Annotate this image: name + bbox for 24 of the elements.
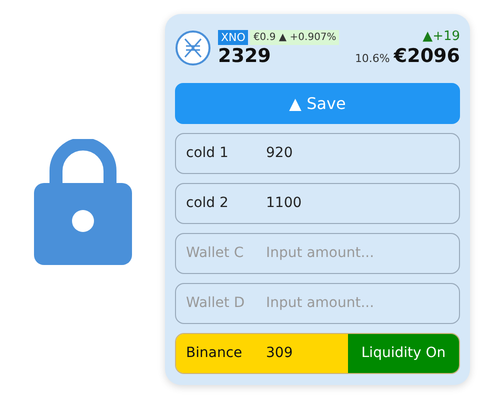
ticker-badge: XNO xyxy=(218,30,248,44)
wallet-amount: 1100 xyxy=(266,194,302,213)
wallet-label: Wallet D xyxy=(186,294,246,313)
price-change-badge: €0.9 ▲ +0.907% xyxy=(250,30,340,44)
wallet-label: Wallet C xyxy=(186,244,245,263)
fiat-value: €2096 xyxy=(394,44,460,67)
exchange-amount: 309 xyxy=(266,344,293,363)
wallet-label: cold 2 xyxy=(186,194,230,213)
wallet-field[interactable]: Wallet D Input amount... xyxy=(175,283,460,324)
wallet-amount: 920 xyxy=(266,144,293,163)
exchange-label: Binance xyxy=(186,344,244,363)
coin-logo-icon xyxy=(175,30,211,66)
lock-icon xyxy=(34,139,132,265)
wallet-field[interactable]: cold 2 1100 xyxy=(175,183,460,224)
amount-placeholder: Input amount... xyxy=(266,244,374,263)
balance-delta: ▲+19 xyxy=(422,28,460,45)
save-button[interactable]: ▲ Save xyxy=(175,83,460,124)
share-percent: 10.6% xyxy=(354,50,390,67)
wallet-field[interactable]: Wallet C Input amount... xyxy=(175,233,460,274)
amount-placeholder: Input amount... xyxy=(266,294,374,313)
liquidity-toggle[interactable]: Liquidity On xyxy=(348,334,459,373)
wallet-field[interactable]: cold 1 920 xyxy=(175,133,460,174)
wallet-label: cold 1 xyxy=(186,144,230,163)
balance-amount: 2329 xyxy=(218,44,272,66)
